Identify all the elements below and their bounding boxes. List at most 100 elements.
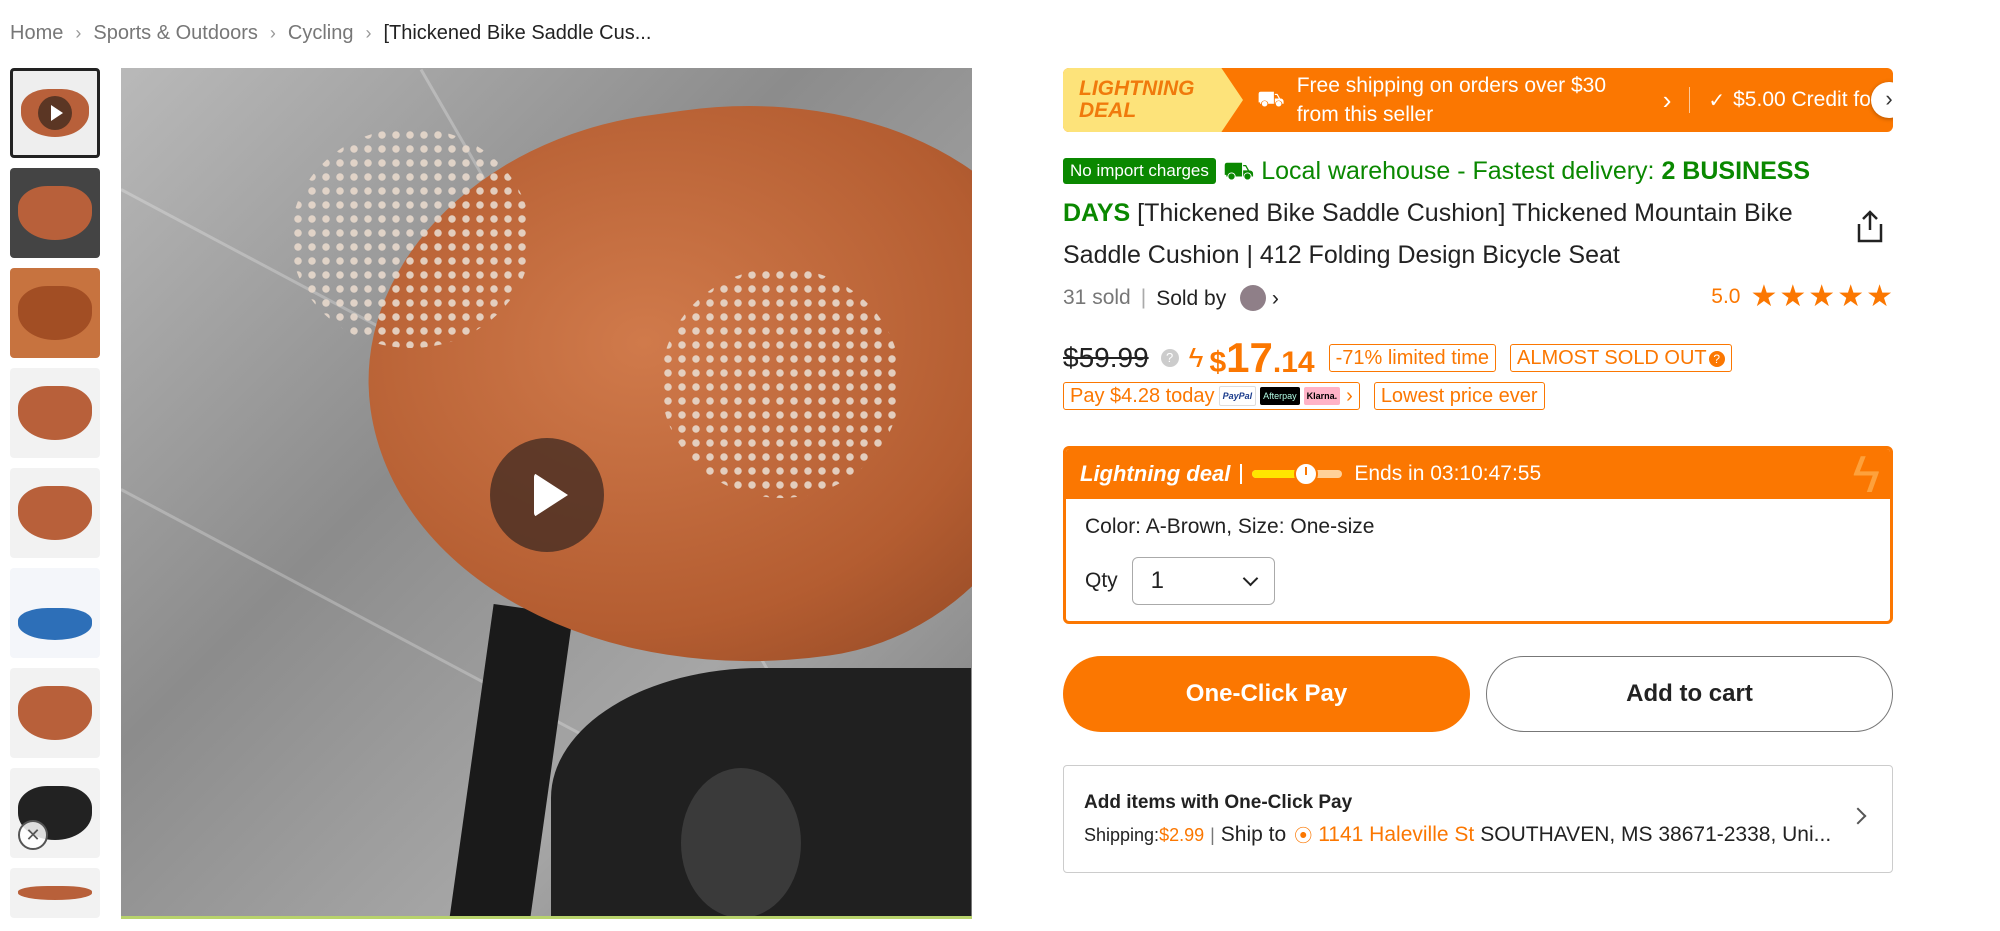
star-icon: ★ xyxy=(1808,280,1836,313)
image-detail xyxy=(291,128,531,348)
lightning-deal-badge: LIGHTNING DEAL xyxy=(1063,68,1243,132)
price-integer: 17 xyxy=(1226,334,1273,381)
almost-sold-out-label: ALMOST SOLD OUT xyxy=(1516,347,1707,369)
divider: | xyxy=(1210,824,1215,845)
play-video-button[interactable] xyxy=(490,438,604,552)
deal-progress-bar xyxy=(1252,462,1343,486)
deal-title: Lightning deal xyxy=(1080,461,1231,486)
product-info-panel: LIGHTNING DEAL ⛟ Free shipping on orders… xyxy=(1063,68,1893,873)
price-currency: $ xyxy=(1209,346,1227,379)
one-click-pay-button[interactable]: One-Click Pay xyxy=(1063,656,1470,732)
thumbnail-image xyxy=(18,608,92,640)
free-shipping-text: Free shipping on orders over $30 from th… xyxy=(1297,71,1657,129)
chevron-right-icon: › xyxy=(1271,287,1279,310)
promo-banner[interactable]: LIGHTNING DEAL ⛟ Free shipping on orders… xyxy=(1063,68,1893,132)
badge-line-2: DEAL xyxy=(1079,99,1137,122)
thumbnail-image xyxy=(18,886,92,900)
product-title-block: No import charges ⛟ Local warehouse - Fa… xyxy=(1063,150,1823,276)
almost-sold-out-tag[interactable]: ALMOST SOLD OUT? xyxy=(1509,344,1732,372)
rating[interactable]: 5.0 ★ ★ ★ ★ ★ xyxy=(1711,282,1893,312)
qty-label: Qty xyxy=(1085,569,1118,592)
divider xyxy=(1240,464,1243,484)
share-icon[interactable] xyxy=(1855,210,1885,244)
one-click-pay-box[interactable]: Add items with One-Click Pay Shipping: $2… xyxy=(1063,765,1893,873)
chevron-right-icon: › xyxy=(75,23,82,43)
thumbnail[interactable] xyxy=(10,868,100,918)
one-click-title: Add items with One-Click Pay xyxy=(1084,792,1353,813)
truck-icon: ⛟ xyxy=(1257,85,1285,111)
no-import-badge: No import charges xyxy=(1063,158,1216,184)
check-icon: ✓ xyxy=(1708,89,1726,112)
clock-icon xyxy=(1294,462,1319,486)
thumbnail-image xyxy=(18,386,92,440)
shipping-label: Shipping: xyxy=(1084,824,1160,845)
product-meta-row: 31 sold | Sold by › 5.0 ★ ★ ★ ★ ★ xyxy=(1063,278,1893,318)
product-title: [Thickened Bike Saddle Cushion] Thickene… xyxy=(1063,199,1793,269)
banner-next-button[interactable]: › xyxy=(1871,82,1893,118)
thumbnail-video[interactable] xyxy=(10,68,100,158)
breadcrumb-home[interactable]: Home xyxy=(10,22,63,45)
deal-header: Lightning deal Ends in 03:10:47:55 ϟ xyxy=(1066,449,1890,504)
credit-text: $5.00 Credit for xyxy=(1733,88,1878,111)
help-icon[interactable]: ? xyxy=(1160,349,1179,367)
discount-tag: -71% limited time xyxy=(1328,344,1496,372)
location-pin-icon: ⦿ xyxy=(1294,826,1313,846)
paypal-logo: PayPal xyxy=(1218,386,1257,406)
image-detail xyxy=(661,268,901,498)
lowest-price-tag: Lowest price ever xyxy=(1373,382,1545,410)
main-product-media[interactable] xyxy=(121,68,972,919)
chevron-right-icon: › xyxy=(269,23,276,43)
qty-value: 1 xyxy=(1150,567,1165,594)
sold-count: 31 sold xyxy=(1063,286,1131,309)
thumbnail-image xyxy=(18,286,92,340)
breadcrumb: Home › Sports & Outdoors › Cycling › [Th… xyxy=(10,22,651,45)
image-detail xyxy=(681,768,801,916)
price-row: $59.99 ? ϟ $17.14 -71% limited time ALMO… xyxy=(1063,334,1893,382)
star-icon: ★ xyxy=(1837,280,1865,313)
address-street: 1141 Haleville St xyxy=(1318,823,1475,846)
thumbnail[interactable] xyxy=(10,168,100,258)
shipping-line: Shipping: $2.99 | Ship to ⦿ 1141 Halevill… xyxy=(1084,822,1872,848)
klarna-logo: Klarna. xyxy=(1303,387,1341,405)
play-icon xyxy=(38,96,72,130)
deal-body: Color: A-Brown, Size: One-size Qty 1 xyxy=(1066,499,1890,621)
thumbnail[interactable] xyxy=(10,368,100,458)
chevron-right-icon: › xyxy=(1662,84,1672,115)
ship-to-label: Ship to xyxy=(1220,823,1287,846)
divider xyxy=(1689,87,1691,113)
chevron-right-icon: › xyxy=(1346,385,1353,407)
thumbnail-image xyxy=(18,686,92,740)
sale-price: $17.14 xyxy=(1209,334,1314,382)
chevron-down-icon xyxy=(1242,570,1258,586)
pay-today-text: Pay $4.28 today xyxy=(1070,385,1215,407)
address-rest: SOUTHAVEN, MS 38671-2338, Uni... xyxy=(1480,823,1832,846)
original-price: $59.99 xyxy=(1063,342,1149,373)
breadcrumb-sports-outdoors[interactable]: Sports & Outdoors xyxy=(93,22,258,45)
star-icon: ★ xyxy=(1779,280,1807,313)
price-decimal: .14 xyxy=(1272,346,1315,379)
pay-later-tag[interactable]: Pay $4.28 today PayPal Afterpay Klarna. … xyxy=(1063,382,1360,410)
lightning-deal-box: Lightning deal Ends in 03:10:47:55 ϟ Col… xyxy=(1063,446,1893,624)
thumbnail-image xyxy=(18,486,92,540)
deal-countdown: Ends in 03:10:47:55 xyxy=(1354,462,1542,485)
sold-by-link[interactable]: Sold by › xyxy=(1156,285,1279,311)
thumbnail[interactable] xyxy=(10,468,100,558)
add-to-cart-button[interactable]: Add to cart xyxy=(1486,656,1893,732)
action-buttons: One-Click Pay Add to cart xyxy=(1063,656,1893,732)
thumbnail[interactable] xyxy=(10,568,100,658)
close-icon[interactable]: ✕ xyxy=(18,820,48,850)
selected-variant[interactable]: Color: A-Brown, Size: One-size xyxy=(1085,515,1872,539)
thumbnail[interactable] xyxy=(10,668,100,758)
sold-by-label: Sold by xyxy=(1156,287,1227,310)
thumbnail[interactable]: ✕ xyxy=(10,768,100,858)
help-icon: ? xyxy=(1708,351,1725,367)
rating-value: 5.0 xyxy=(1711,285,1741,308)
breadcrumb-cycling[interactable]: Cycling xyxy=(288,22,354,45)
star-icon: ★ xyxy=(1866,280,1893,313)
payment-row: Pay $4.28 today PayPal Afterpay Klarna. … xyxy=(1063,382,1893,410)
thumbnail[interactable] xyxy=(10,268,100,358)
badge-line-1: LIGHTNING xyxy=(1079,77,1195,100)
shipping-cost: $2.99 xyxy=(1159,824,1205,845)
quantity-select[interactable]: 1 xyxy=(1131,557,1275,605)
afterpay-logo: Afterpay xyxy=(1260,387,1300,405)
